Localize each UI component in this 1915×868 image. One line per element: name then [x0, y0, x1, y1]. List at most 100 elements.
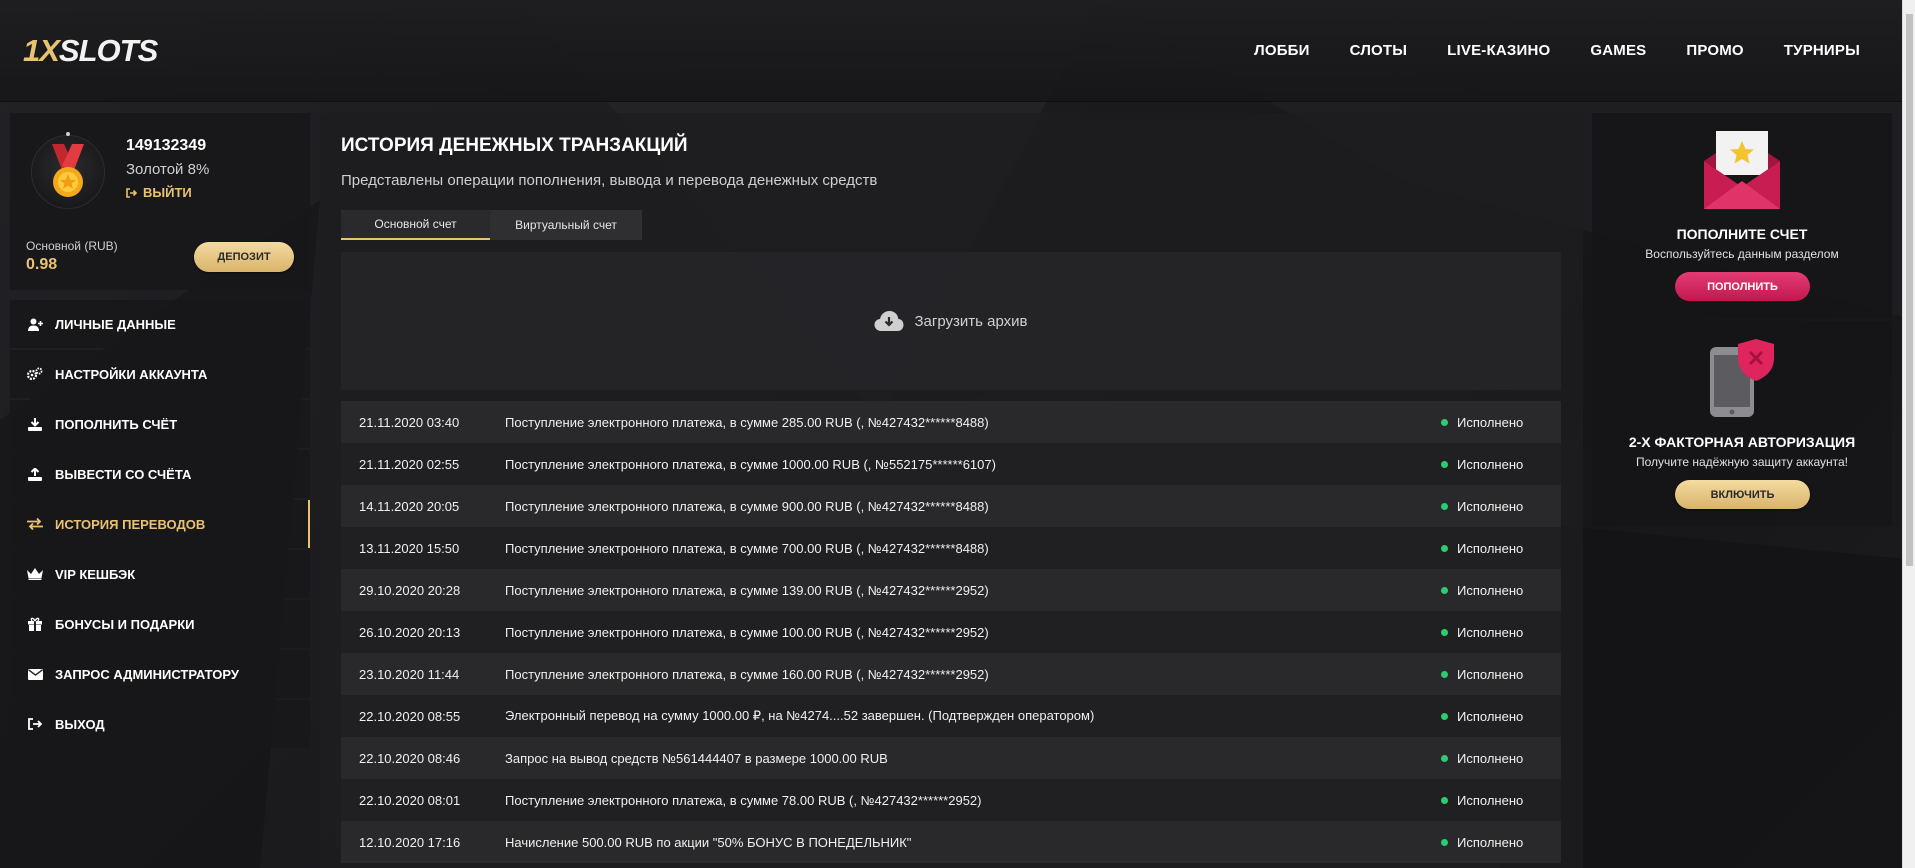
sidebar-item-label: ПОПОЛНИТЬ СЧЁТ — [55, 416, 178, 432]
transaction-description: Начисление 500.00 RUB по акции "50% БОНУ… — [505, 834, 912, 850]
sidebar-item-account-settings[interactable]: НАСТРОЙКИ АККАУНТА — [10, 350, 310, 398]
logout-link[interactable]: ВЫЙТИ — [126, 185, 192, 200]
status-badge: Исполнено — [1441, 583, 1561, 598]
crown-icon — [26, 568, 44, 580]
transaction-description: Поступление электронного платежа, в сумм… — [505, 498, 989, 514]
transaction-description: Поступление электронного платежа, в сумм… — [505, 624, 989, 640]
sidebar-item-personal-data[interactable]: ЛИЧНЫЕ ДАННЫЕ — [10, 300, 310, 348]
sign-out-icon — [126, 187, 137, 198]
loyalty-level: Золотой 8% — [126, 161, 210, 178]
status-dot-icon — [1441, 502, 1448, 510]
transaction-description: Электронный перевод на сумму 1000.00 ₽, … — [505, 708, 1095, 723]
status-dot-icon — [1441, 628, 1448, 636]
two-factor-widget: 2-Х ФАКТОРНАЯ АВТОРИЗАЦИЯ Получите надёж… — [1592, 321, 1892, 526]
transaction-date: 22.10.2020 08:55 — [359, 708, 461, 724]
tab-virtual-account[interactable]: Виртуальный счет — [490, 210, 642, 240]
status-dot-icon — [1441, 754, 1448, 762]
nav-games[interactable]: GAMES — [1590, 42, 1646, 59]
account-tabs: Основной счет Виртуальный счет — [341, 210, 642, 240]
sidebar-item-label: НАСТРОЙКИ АККАУНТА — [55, 366, 208, 382]
sidebar-item-transfer-history[interactable]: ИСТОРИЯ ПЕРЕВОДОВ — [10, 500, 310, 548]
sign-out-icon — [26, 718, 44, 730]
table-row: 21.11.2020 02:55 Поступление электронног… — [341, 443, 1561, 485]
status-dot-icon — [1441, 712, 1448, 720]
page-scrollbar[interactable] — [1902, 0, 1915, 868]
envelope-icon — [26, 668, 44, 680]
transaction-date: 21.11.2020 03:40 — [359, 414, 460, 430]
transaction-description: Запрос на вывод средств №561444407 в раз… — [505, 750, 888, 766]
widget-title: ПОПОЛНИТЕ СЧЕТ — [1676, 226, 1808, 242]
transaction-date: 26.10.2020 20:13 — [359, 624, 461, 640]
deposit-button[interactable]: ДЕПОЗИТ — [194, 242, 294, 272]
account-label: Основной (RUB) — [26, 239, 118, 253]
page-subtitle: Представлены операции пополнения, вывода… — [341, 172, 878, 189]
gears-icon — [26, 367, 44, 381]
site-header: 1XSLOTS ЛОББИ СЛОТЫ LIVE-КАЗИНО GAMES ПР… — [0, 0, 1902, 102]
status-badge: Исполнено — [1441, 625, 1561, 640]
status-text: Исполнено — [1457, 666, 1524, 682]
status-text: Исполнено — [1457, 750, 1524, 766]
page-title: ИСТОРИЯ ДЕНЕЖНЫХ ТРАНЗАКЦИЙ — [341, 135, 688, 156]
sidebar-item-label: БОНУСЫ И ПОДАРКИ — [55, 616, 195, 632]
status-text: Исполнено — [1457, 414, 1524, 430]
site-logo[interactable]: 1XSLOTS — [23, 33, 158, 69]
transaction-description: Поступление электронного платежа, в сумм… — [505, 540, 989, 556]
sidebar-item-label: ЗАПРОС АДМИНИСТРАТОРУ — [55, 666, 239, 682]
transaction-date: 21.11.2020 02:55 — [359, 456, 460, 472]
status-dot-icon — [1441, 544, 1448, 552]
nav-slots[interactable]: СЛОТЫ — [1350, 42, 1408, 59]
sidebar-item-admin-request[interactable]: ЗАПРОС АДМИНИСТРАТОРУ — [10, 650, 310, 698]
status-badge: Исполнено — [1441, 667, 1561, 682]
transaction-description: Поступление электронного платежа, в сумм… — [505, 456, 996, 472]
status-text: Исполнено — [1457, 582, 1524, 598]
table-row: 14.11.2020 20:05 Поступление электронног… — [341, 485, 1561, 527]
table-row: 29.10.2020 20:28 Поступление электронног… — [341, 569, 1561, 611]
transactions-table: 21.11.2020 03:40 Поступление электронног… — [341, 401, 1561, 863]
download-archive-button[interactable]: Загрузить архив — [341, 252, 1561, 390]
sidebar-item-vip-cashback[interactable]: VIP КЕШБЭК — [10, 550, 310, 598]
profile-card: 149132349 Золотой 8% ВЫЙТИ Основной (RUB… — [10, 113, 310, 290]
sidebar-item-exit[interactable]: ВЫХОД — [10, 700, 310, 748]
nav-live-casino[interactable]: LIVE-КАЗИНО — [1447, 42, 1550, 59]
sidebar-item-deposit[interactable]: ПОПОЛНИТЬ СЧЁТ — [10, 400, 310, 448]
sidebar-item-withdraw[interactable]: ВЫВЕСТИ СО СЧЁТА — [10, 450, 310, 498]
status-text: Исполнено — [1457, 498, 1524, 514]
transaction-description: Поступление электронного платежа, в сумм… — [505, 792, 982, 808]
status-text: Исполнено — [1457, 624, 1524, 640]
cloud-download-icon — [874, 311, 904, 331]
status-badge: Исполнено — [1441, 499, 1561, 514]
status-text: Исполнено — [1457, 792, 1524, 808]
nav-promo[interactable]: ПРОМО — [1686, 42, 1743, 59]
status-dot-icon — [1441, 586, 1448, 594]
transaction-date: 12.10.2020 17:16 — [359, 834, 461, 850]
sidebar-item-label: ИСТОРИЯ ПЕРЕВОДОВ — [55, 516, 206, 532]
download-archive-label: Загрузить архив — [914, 312, 1028, 330]
table-row: 26.10.2020 20:13 Поступление электронног… — [341, 611, 1561, 653]
status-badge: Исполнено — [1441, 415, 1561, 430]
status-text: Исполнено — [1457, 708, 1524, 724]
transaction-date: 14.11.2020 20:05 — [359, 498, 460, 514]
gift-icon — [26, 617, 44, 631]
download-icon — [26, 417, 44, 431]
transaction-description: Поступление электронного платежа, в сумм… — [505, 582, 989, 598]
user-plus-icon — [26, 318, 44, 331]
top-up-button[interactable]: ПОПОЛНИТЬ — [1675, 272, 1810, 301]
widget-text: Воспользуйтесь данным разделом — [1645, 247, 1839, 261]
sidebar-item-bonuses[interactable]: БОНУСЫ И ПОДАРКИ — [10, 600, 310, 648]
rank-medal-icon — [31, 132, 105, 209]
phone-shield-icon — [1710, 339, 1774, 417]
user-id: 149132349 — [126, 137, 207, 154]
scrollbar-thumb[interactable] — [1906, 14, 1913, 566]
sidebar-item-label: ЛИЧНЫЕ ДАННЫЕ — [55, 316, 176, 332]
tab-main-account[interactable]: Основной счет — [341, 210, 490, 240]
logout-label: ВЫЙТИ — [143, 185, 192, 200]
enable-2fa-button[interactable]: ВКЛЮЧИТЬ — [1675, 480, 1810, 509]
nav-tournaments[interactable]: ТУРНИРЫ — [1784, 42, 1860, 59]
main-nav: ЛОББИ СЛОТЫ LIVE-КАЗИНО GAMES ПРОМО ТУРН… — [1254, 42, 1860, 59]
nav-lobby[interactable]: ЛОББИ — [1254, 42, 1310, 59]
table-row: 22.10.2020 08:46 Запрос на вывод средств… — [341, 737, 1561, 779]
status-dot-icon — [1441, 418, 1448, 426]
status-text: Исполнено — [1457, 834, 1524, 850]
widget-text: Получите надёжную защиту аккаунта! — [1635, 455, 1848, 469]
table-row: 13.11.2020 15:50 Поступление электронног… — [341, 527, 1561, 569]
